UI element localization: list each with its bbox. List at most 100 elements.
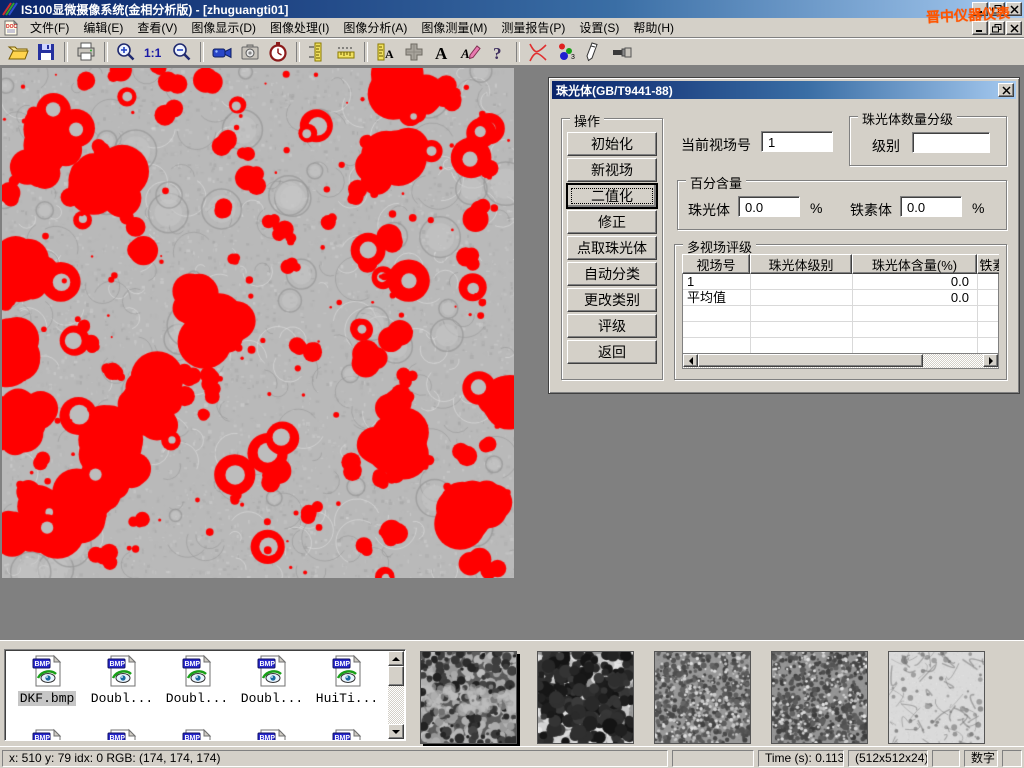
- current-field-input[interactable]: [761, 131, 833, 152]
- bmp-file-icon: BMP: [311, 728, 383, 741]
- file-item-row2-1[interactable]: BMP: [11, 728, 83, 741]
- toolbar-save-button[interactable]: [33, 40, 59, 64]
- scrollbar-thumb[interactable]: [698, 354, 923, 367]
- op-button-4[interactable]: 修正: [567, 210, 657, 234]
- op-button-7[interactable]: 更改类别: [567, 288, 657, 312]
- toolbar-phase-colors-button[interactable]: 3: [553, 40, 579, 64]
- restore-button[interactable]: [989, 2, 1005, 16]
- menu-item-10[interactable]: 帮助(H): [626, 17, 681, 38]
- preview-thumbnail-2[interactable]: [537, 651, 634, 744]
- minimize-button[interactable]: [972, 2, 988, 16]
- status-time: Time (s): 0.113: [758, 750, 844, 767]
- table-row-4[interactable]: [683, 322, 998, 338]
- mdi-minimize-button[interactable]: [972, 21, 988, 35]
- dialog-close-button[interactable]: [998, 83, 1014, 97]
- toolbar-annotate-button[interactable]: A: [457, 40, 483, 64]
- toolbar-text-button[interactable]: A: [429, 40, 455, 64]
- menu-item-8[interactable]: 测量报告(P): [494, 17, 572, 38]
- pearlite-percent-input[interactable]: [738, 196, 800, 217]
- menu-item-5[interactable]: 图像处理(I): [263, 17, 336, 38]
- scroll-up-button[interactable]: [388, 651, 404, 666]
- table-row-2[interactable]: 平均值0.0: [683, 290, 998, 306]
- file-name: Doubl...: [89, 691, 155, 706]
- op-button-6[interactable]: 自动分类: [567, 262, 657, 286]
- toolbar-capture-button[interactable]: [237, 40, 263, 64]
- scroll-left-button[interactable]: [683, 354, 698, 367]
- close-button[interactable]: [1006, 2, 1022, 16]
- menu-item-7[interactable]: 图像测量(M): [414, 17, 494, 38]
- toolbar-caliper-button[interactable]: [305, 40, 331, 64]
- op-button-3[interactable]: 二值化: [567, 184, 657, 208]
- document-icon[interactable]: DOC: [3, 20, 19, 36]
- bmp-file-icon: BMP: [11, 654, 83, 691]
- toolbar-curve-tool-button[interactable]: [525, 40, 551, 64]
- preview-thumbnail-3[interactable]: [654, 651, 751, 744]
- menu-item-6[interactable]: 图像分析(A): [336, 17, 414, 38]
- table-cell: [751, 290, 853, 305]
- table-cell: [978, 274, 999, 289]
- toolbar-help-button[interactable]: ?: [485, 40, 511, 64]
- dialog-title-bar[interactable]: 珠光体(GB/T9441-88): [552, 81, 1016, 99]
- file-item-4[interactable]: BMPDoubl...: [236, 654, 308, 706]
- toolbar-grid-button[interactable]: [401, 40, 427, 64]
- measure-text-icon: A: [375, 41, 397, 63]
- scroll-right-button[interactable]: [983, 354, 998, 367]
- op-button-8[interactable]: 评级: [567, 314, 657, 338]
- toolbar-measure-text-button[interactable]: A: [373, 40, 399, 64]
- op-button-9[interactable]: 返回: [567, 340, 657, 364]
- toolbar-actual-size-button[interactable]: 1:1: [141, 40, 167, 64]
- file-item-row2-2[interactable]: BMP: [86, 728, 158, 741]
- toolbar-separator: [364, 42, 368, 62]
- svg-text:3: 3: [571, 54, 575, 61]
- menu-item-2[interactable]: 编辑(E): [76, 17, 130, 38]
- toolbar-video-camera-button[interactable]: [209, 40, 235, 64]
- timer-icon: [267, 41, 289, 63]
- level-input[interactable]: [912, 132, 990, 153]
- ferrite-percent-input[interactable]: [900, 196, 962, 217]
- file-list-scrollbar[interactable]: [388, 651, 404, 739]
- file-item-row2-3[interactable]: BMP: [161, 728, 233, 741]
- toolbar-zoom-out-button[interactable]: [169, 40, 195, 64]
- title-bar[interactable]: IS100显微摄像系统(金相分析版) - [zhuguangti01]: [0, 0, 1024, 18]
- op-button-5[interactable]: 点取珠光体: [567, 236, 657, 260]
- menu-item-4[interactable]: 图像显示(D): [184, 17, 263, 38]
- table-horizontal-scrollbar[interactable]: [682, 354, 999, 369]
- bmp-file-icon: BMP: [161, 654, 233, 691]
- toolbar-open-button[interactable]: [5, 40, 31, 64]
- toolbar-zoom-in-button[interactable]: [113, 40, 139, 64]
- file-item-1[interactable]: BMPDKF.bmp: [11, 654, 83, 706]
- file-item-row2-5[interactable]: BMP: [311, 728, 383, 741]
- file-item-row2-4[interactable]: BMP: [236, 728, 308, 741]
- menu-item-3[interactable]: 查看(V): [130, 17, 184, 38]
- op-button-2[interactable]: 新视场: [567, 158, 657, 182]
- table-header-2[interactable]: 珠光体级别: [750, 254, 852, 274]
- scroll-down-button[interactable]: [388, 724, 404, 739]
- file-scrollbar-thumb[interactable]: [388, 666, 404, 686]
- preview-thumbnail-4[interactable]: [771, 651, 868, 744]
- toolbar-print-button[interactable]: [73, 40, 99, 64]
- svg-text:BMP: BMP: [35, 661, 51, 668]
- table-row-5[interactable]: [683, 338, 998, 354]
- table-row-3[interactable]: [683, 306, 998, 322]
- table-header-1[interactable]: 视场号: [682, 254, 750, 274]
- table-row-1[interactable]: 10.0: [683, 274, 998, 290]
- table-header-4[interactable]: 铁素体含量(%): [977, 254, 999, 274]
- toolbar-brush-button[interactable]: [609, 40, 635, 64]
- table-header-3[interactable]: 珠光体含量(%): [852, 254, 977, 274]
- toolbar-timer-button[interactable]: [265, 40, 291, 64]
- menu-item-9[interactable]: 设置(S): [572, 17, 626, 38]
- op-button-1[interactable]: 初始化: [567, 132, 657, 156]
- micrograph-image[interactable]: [2, 68, 514, 578]
- preview-thumbnail-5[interactable]: [888, 651, 985, 744]
- mdi-restore-button[interactable]: [989, 21, 1005, 35]
- file-name: HuiTi...: [314, 691, 380, 706]
- file-item-3[interactable]: BMPDoubl...: [161, 654, 233, 706]
- file-item-2[interactable]: BMPDoubl...: [86, 654, 158, 706]
- preview-thumbnail-1[interactable]: [420, 651, 517, 744]
- menu-item-1[interactable]: 文件(F): [23, 17, 76, 38]
- file-item-5[interactable]: BMPHuiTi...: [311, 654, 383, 706]
- toolbar-ruler-button[interactable]: [333, 40, 359, 64]
- mdi-close-button[interactable]: [1006, 21, 1022, 35]
- table-cell: [978, 306, 999, 321]
- toolbar-pen-button[interactable]: [581, 40, 607, 64]
